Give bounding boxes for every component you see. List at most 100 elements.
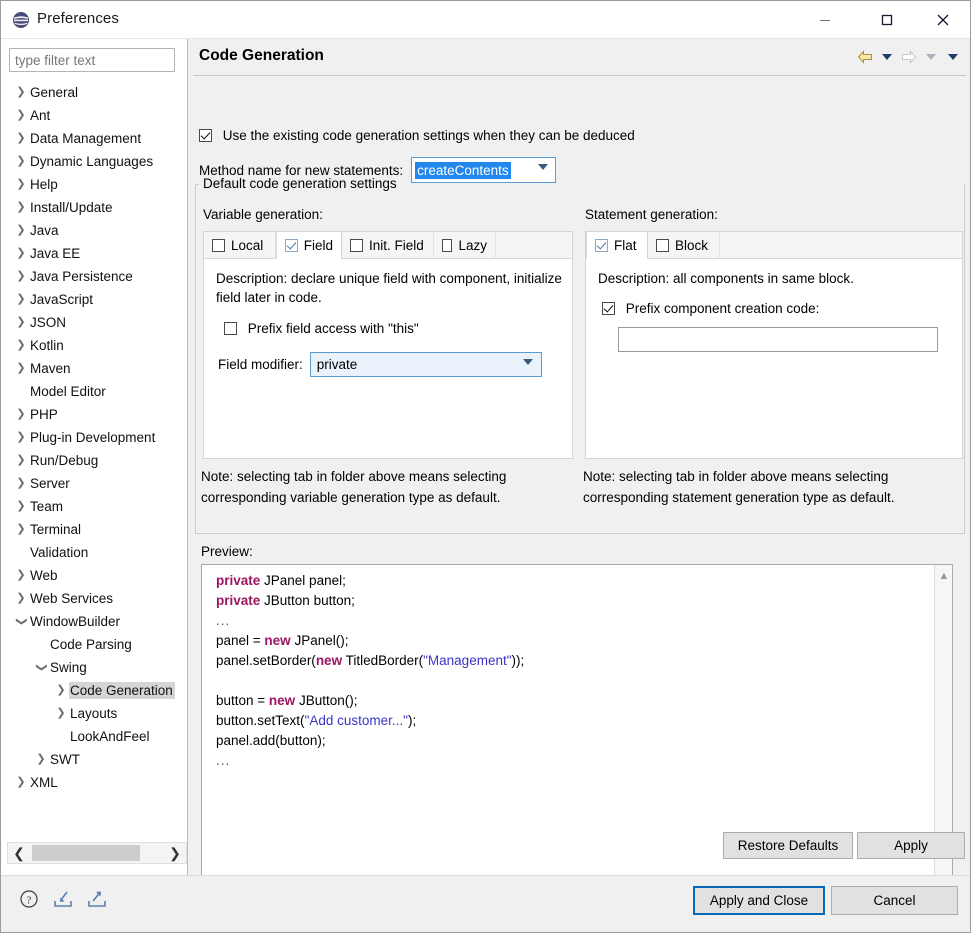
tree-item-json[interactable]: ❯ JSON <box>1 311 187 334</box>
maximize-button[interactable] <box>864 1 910 39</box>
chevron-right-icon[interactable]: ❯ <box>13 449 29 472</box>
chevron-right-icon[interactable]: ❯ <box>13 288 29 311</box>
view-menu-icon[interactable] <box>942 47 964 67</box>
chevron-right-icon[interactable]: ❯ <box>13 219 29 242</box>
tree-item-swt[interactable]: ❯ SWT <box>1 748 187 771</box>
field-modifier-combo[interactable]: private <box>309 352 542 377</box>
method-name-combo[interactable]: createContents <box>411 157 557 183</box>
tree-item-run-debug[interactable]: ❯ Run/Debug <box>1 449 187 472</box>
chevron-right-icon[interactable]: ❯ <box>13 104 29 127</box>
tree-item-dynamic-languages[interactable]: ❯ Dynamic Languages <box>1 150 187 173</box>
statement-generation-tab-block[interactable]: Block <box>648 232 720 259</box>
preference-tree[interactable]: ❯ General ❯ Ant ❯ Data Management ❯ Dynamic Lan… <box>1 81 187 837</box>
chevron-right-icon[interactable]: ❯ <box>13 173 29 196</box>
prefix-creation-code-checkbox[interactable]: Prefix component creation code: <box>602 301 819 316</box>
variable-generation-tab-lazy[interactable]: Lazy <box>434 232 496 259</box>
chevron-right-icon[interactable]: ❯ <box>33 748 49 771</box>
scroll-left-icon[interactable]: ❮ <box>8 843 30 863</box>
code-token: JButton(); <box>295 693 358 708</box>
tree-horizontal-scrollbar[interactable]: ❮ ❯ <box>7 842 187 864</box>
tree-item-swing[interactable]: ❯ Swing <box>1 656 187 679</box>
tree-item-maven[interactable]: ❯ Maven <box>1 357 187 380</box>
minimize-button[interactable] <box>802 1 848 39</box>
chevron-right-icon[interactable]: ❯ <box>53 702 69 725</box>
tree-item-java-persistence[interactable]: ❯ Java Persistence <box>1 265 187 288</box>
export-icon[interactable] <box>85 887 109 911</box>
tree-item-javascript[interactable]: ❯ JavaScript <box>1 288 187 311</box>
scroll-up-icon[interactable]: ▲ <box>935 567 953 585</box>
prefix-creation-code-input[interactable] <box>618 327 938 352</box>
code-token: button = <box>216 693 269 708</box>
tree-item-java-ee[interactable]: ❯ Java EE <box>1 242 187 265</box>
chevron-right-icon[interactable]: ❯ <box>13 334 29 357</box>
statement-generation-tabfolder: Flat Block Description: all components in… <box>585 231 963 459</box>
tree-item-web-services[interactable]: ❯ Web Services <box>1 587 187 610</box>
variable-generation-tabfolder: Local Field Init. Field Lazy Description: d… <box>203 231 573 459</box>
apply-button[interactable]: Apply <box>857 832 965 859</box>
statement-generation-note: Note: selecting tab in folder above mean… <box>583 469 895 505</box>
tree-item-label: Model Editor <box>30 384 106 399</box>
tree-item-ant[interactable]: ❯ Ant <box>1 104 187 127</box>
scroll-right-icon[interactable]: ❯ <box>164 843 186 863</box>
apply-and-close-button[interactable]: Apply and Close <box>693 886 825 915</box>
tree-item-general[interactable]: ❯ General <box>1 81 187 104</box>
tree-item-help[interactable]: ❯ Help <box>1 173 187 196</box>
statement-generation-tab-flat[interactable]: Flat <box>586 232 648 259</box>
tree-item-windowbuilder[interactable]: ❯ WindowBuilder <box>1 610 187 633</box>
import-icon[interactable] <box>51 887 75 911</box>
help-icon[interactable]: ? <box>17 887 41 911</box>
chevron-right-icon[interactable]: ❯ <box>13 265 29 288</box>
checkbox-indicator <box>285 238 298 252</box>
tree-item-validation[interactable]: Validation <box>1 541 187 564</box>
back-arrow-icon[interactable] <box>854 47 876 67</box>
chevron-right-icon[interactable]: ❯ <box>13 564 29 587</box>
tree-item-team[interactable]: ❯ Team <box>1 495 187 518</box>
chevron-down-icon[interactable]: ❯ <box>10 614 33 630</box>
tree-item-terminal[interactable]: ❯ Terminal <box>1 518 187 541</box>
tree-item-web[interactable]: ❯ Web <box>1 564 187 587</box>
tree-item-lookandfeel[interactable]: LookAndFeel <box>1 725 187 748</box>
use-existing-settings-checkbox[interactable]: Use the existing code generation setting… <box>199 128 635 143</box>
chevron-right-icon[interactable]: ❯ <box>13 127 29 150</box>
tree-item-install-update[interactable]: ❯ Install/Update <box>1 196 187 219</box>
chevron-right-icon[interactable]: ❯ <box>13 403 29 426</box>
tree-item-plug-in-development[interactable]: ❯ Plug-in Development <box>1 426 187 449</box>
tree-item-label: WindowBuilder <box>30 614 121 629</box>
variable-generation-tab-field[interactable]: Field <box>276 232 342 259</box>
chevron-right-icon[interactable]: ❯ <box>13 196 29 219</box>
chevron-right-icon[interactable]: ❯ <box>13 518 29 541</box>
tree-item-data-management[interactable]: ❯ Data Management <box>1 127 187 150</box>
chevron-right-icon[interactable]: ❯ <box>13 771 29 794</box>
tree-item-php[interactable]: ❯ PHP <box>1 403 187 426</box>
chevron-right-icon[interactable]: ❯ <box>13 357 29 380</box>
chevron-right-icon[interactable]: ❯ <box>13 150 29 173</box>
filter-input[interactable] <box>9 48 175 72</box>
back-dropdown-icon[interactable] <box>876 47 898 67</box>
chevron-right-icon[interactable]: ❯ <box>13 587 29 610</box>
tree-item-code-parsing[interactable]: Code Parsing <box>1 633 187 656</box>
restore-defaults-button[interactable]: Restore Defaults <box>723 832 853 859</box>
chevron-right-icon[interactable]: ❯ <box>13 81 29 104</box>
tree-item-xml[interactable]: ❯ XML <box>1 771 187 794</box>
prefix-this-checkbox[interactable]: Prefix field access with "this" <box>224 321 419 336</box>
method-name-value: createContents <box>415 161 511 179</box>
tree-item-kotlin[interactable]: ❯ Kotlin <box>1 334 187 357</box>
chevron-right-icon[interactable]: ❯ <box>53 679 69 702</box>
variable-generation-tab-local[interactable]: Local <box>204 232 276 259</box>
tree-item-server[interactable]: ❯ Server <box>1 472 187 495</box>
chevron-down-icon[interactable]: ❯ <box>30 660 53 676</box>
chevron-right-icon[interactable]: ❯ <box>13 495 29 518</box>
tree-item-java[interactable]: ❯ Java <box>1 219 187 242</box>
tree-item-model-editor[interactable]: Model Editor <box>1 380 187 403</box>
chevron-right-icon[interactable]: ❯ <box>13 472 29 495</box>
tree-item-label: Server <box>30 476 70 491</box>
tree-item-code-generation[interactable]: ❯ Code Generation <box>1 679 187 702</box>
chevron-right-icon[interactable]: ❯ <box>13 311 29 334</box>
scrollbar-thumb[interactable] <box>32 845 140 861</box>
variable-generation-tab-init-field[interactable]: Init. Field <box>342 232 434 259</box>
close-button[interactable] <box>920 1 966 39</box>
chevron-right-icon[interactable]: ❯ <box>13 242 29 265</box>
tree-item-layouts[interactable]: ❯ Layouts <box>1 702 187 725</box>
cancel-button[interactable]: Cancel <box>831 886 958 915</box>
chevron-right-icon[interactable]: ❯ <box>13 426 29 449</box>
